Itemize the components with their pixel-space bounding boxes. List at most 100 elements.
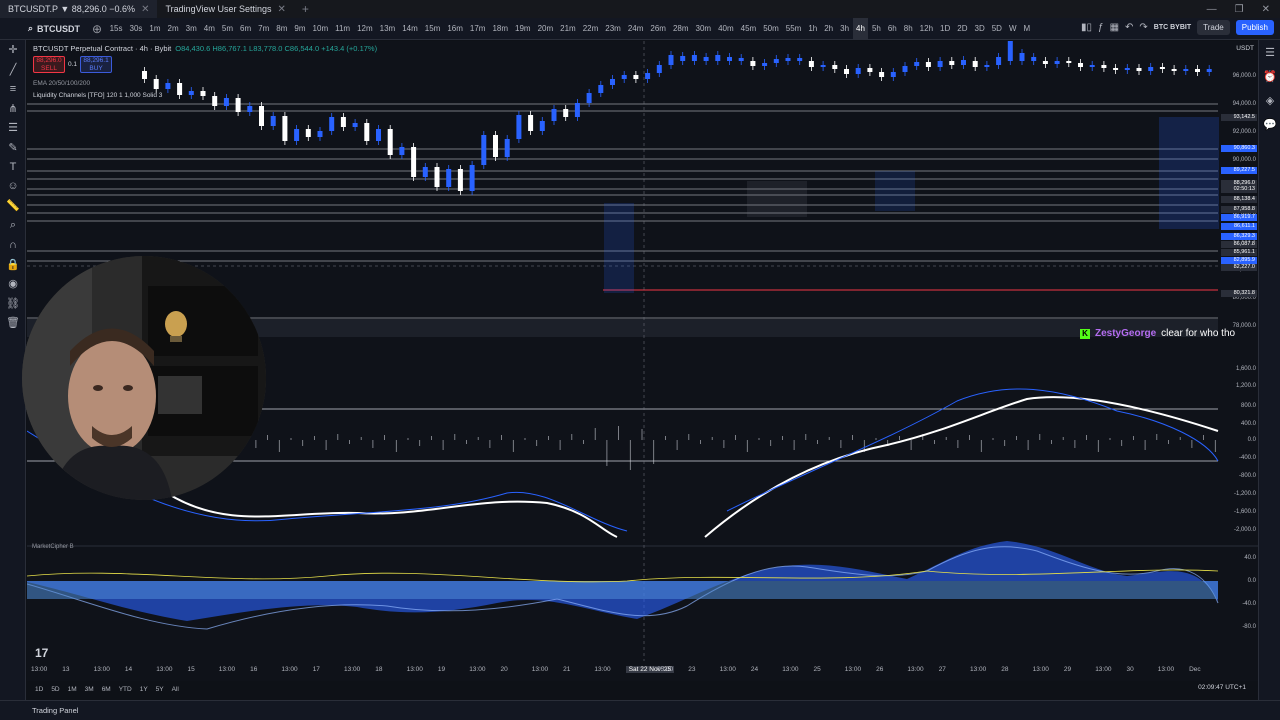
range-all[interactable]: All [172, 686, 179, 693]
timeframe-6m[interactable]: 6m [237, 18, 255, 40]
brush-icon[interactable]: ✎ [0, 138, 26, 158]
timeframe-16m[interactable]: 16m [444, 18, 467, 40]
close-window-button[interactable]: ✕ [1262, 4, 1270, 15]
clock[interactable]: 02:09:47 UTC+1 [1198, 684, 1246, 691]
trash-icon[interactable]: 🗑 [0, 313, 26, 333]
timeframe-1m[interactable]: 1m [146, 18, 164, 40]
price-scale[interactable]: 96,000.094,000.092,000.090,000.088,000.0… [1218, 41, 1258, 661]
sell-button[interactable]: 88,296.0 SELL [33, 56, 65, 73]
layers-icon[interactable]: ◈ [1259, 88, 1280, 112]
timeframe-50m[interactable]: 50m [760, 18, 783, 40]
trendline-icon[interactable]: ╱ [0, 60, 26, 80]
maximize-button[interactable]: ❐ [1235, 4, 1244, 15]
pitchfork-icon[interactable]: ⋔ [0, 99, 26, 119]
timeframe-5h[interactable]: 5h [868, 18, 884, 40]
timeframe-8h[interactable]: 8h [900, 18, 916, 40]
alerts-icon[interactable]: ⏰ [1259, 64, 1280, 88]
timeframe-2h[interactable]: 2h [821, 18, 837, 40]
publish-button[interactable]: Publish [1235, 20, 1274, 35]
indicator-liquidity[interactable]: Liquidity Channels [TFO] 120 1 1,000 Sol… [33, 92, 162, 99]
time-axis[interactable]: 13:00 13 13:00 14 13:00 15 13:00 16 13:00 17 13:00… [27, 664, 1258, 678]
timeframe-20m[interactable]: 20m [534, 18, 557, 40]
trading-panel-bar[interactable]: Trading Panel [0, 700, 1280, 720]
timeframe-15m[interactable]: 15m [421, 18, 444, 40]
range-1y[interactable]: 1Y [140, 686, 148, 693]
candle-style-icon[interactable]: ▮▯ [1081, 22, 1092, 33]
timeframe-15s[interactable]: 15s [106, 18, 126, 40]
currency-label[interactable]: USDT [1236, 45, 1254, 52]
timeframe-30m[interactable]: 30m [692, 18, 715, 40]
text-icon[interactable]: T [0, 157, 26, 177]
zoom-icon[interactable]: ⌕ [0, 216, 26, 236]
range-1d[interactable]: 1D [35, 686, 43, 693]
timeframe-9m[interactable]: 9m [291, 18, 309, 40]
timeframe-8m[interactable]: 8m [273, 18, 291, 40]
timeframe-18m[interactable]: 18m [489, 18, 512, 40]
ruler-icon[interactable]: 📏 [0, 196, 26, 216]
compare-symbol-icon[interactable]: ⊕ [88, 22, 106, 36]
timeframe-40m[interactable]: 40m [715, 18, 738, 40]
timeframe-3D[interactable]: 3D [971, 18, 988, 40]
new-tab-icon[interactable]: + [294, 2, 317, 16]
emoji-icon[interactable]: ☺ [0, 177, 26, 197]
layout-icon[interactable]: ▦ [1110, 22, 1119, 33]
timeframe-10m[interactable]: 10m [309, 18, 332, 40]
trade-button[interactable]: Trade [1197, 20, 1230, 35]
timeframe-13m[interactable]: 13m [376, 18, 399, 40]
timeframe-6h[interactable]: 6h [884, 18, 900, 40]
lock-icon[interactable]: 🔒 [0, 255, 26, 275]
minimize-button[interactable]: — [1207, 4, 1217, 15]
broker-label[interactable]: BTC BYBIT [1154, 24, 1191, 31]
range-5d[interactable]: 5D [51, 686, 59, 693]
timeframe-23m[interactable]: 23m [602, 18, 625, 40]
range-5y[interactable]: 5Y [156, 686, 164, 693]
timeframe-4m[interactable]: 4m [200, 18, 218, 40]
timeframe-21m[interactable]: 21m [557, 18, 580, 40]
timeframe-17m[interactable]: 17m [466, 18, 489, 40]
horizontal-lines-icon[interactable]: ≡ [0, 79, 26, 99]
close-icon[interactable]: ✕ [278, 4, 286, 15]
timeframe-12h[interactable]: 12h [916, 18, 936, 40]
symbol-search[interactable]: ⌕ BTCUSDT [0, 23, 88, 34]
magnet-icon[interactable]: ∩ [0, 235, 26, 255]
timeframe-W[interactable]: W [1005, 18, 1020, 40]
timeframe-1h[interactable]: 1h [805, 18, 821, 40]
timeframe-28m[interactable]: 28m [669, 18, 692, 40]
buy-button[interactable]: 88,296.1 BUY [80, 56, 113, 73]
timeframe-2D[interactable]: 2D [954, 18, 971, 40]
timeframe-12m[interactable]: 12m [354, 18, 377, 40]
watchlist-icon[interactable]: ☰ [1259, 40, 1280, 64]
timeframe-5m[interactable]: 5m [218, 18, 236, 40]
crosshair-icon[interactable]: ✛ [0, 40, 26, 60]
timeframe-19m[interactable]: 19m [512, 18, 535, 40]
range-3m[interactable]: 3M [85, 686, 94, 693]
timeframe-26m[interactable]: 26m [647, 18, 670, 40]
chat-icon[interactable]: 💬 [1259, 112, 1280, 136]
timeframe-22m[interactable]: 22m [579, 18, 602, 40]
timeframe-1D[interactable]: 1D [937, 18, 954, 40]
eye-icon[interactable]: ◉ [0, 274, 26, 294]
timeframe-14m[interactable]: 14m [399, 18, 422, 40]
indicator-ema[interactable]: EMA 20/50/100/200 [33, 80, 90, 87]
browser-tab-chart[interactable]: BTCUSDT.P ▼ 88,296.0 −0.6% ✕ [0, 0, 158, 18]
timeframe-4h[interactable]: 4h [852, 17, 869, 40]
redo-icon[interactable]: ↷ [1139, 22, 1147, 33]
timeframe-3m[interactable]: 3m [182, 18, 200, 40]
timeframe-5D[interactable]: 5D [988, 18, 1005, 40]
undo-icon[interactable]: ↶ [1125, 22, 1133, 33]
timeframe-55m[interactable]: 55m [782, 18, 805, 40]
browser-tab-settings[interactable]: TradingView User Settings ✕ [157, 0, 293, 18]
range-1m[interactable]: 1M [68, 686, 77, 693]
timeframe-7m[interactable]: 7m [255, 18, 273, 40]
timeframe-M[interactable]: M [1020, 18, 1034, 40]
timeframe-30s[interactable]: 30s [126, 18, 146, 40]
close-icon[interactable]: ✕ [141, 4, 149, 15]
trading-panel-label[interactable]: Trading Panel [32, 706, 78, 715]
timeframe-24m[interactable]: 24m [624, 18, 647, 40]
range-ytd[interactable]: YTD [119, 686, 132, 693]
timeframe-2m[interactable]: 2m [164, 18, 182, 40]
indicators-icon[interactable]: ƒ [1098, 22, 1104, 33]
timeframe-3h[interactable]: 3h [837, 18, 853, 40]
legend-symbol[interactable]: BTCUSDT Perpetual Contract · 4h · Bybit [33, 44, 171, 53]
link-icon[interactable]: ⛓ [0, 294, 26, 314]
